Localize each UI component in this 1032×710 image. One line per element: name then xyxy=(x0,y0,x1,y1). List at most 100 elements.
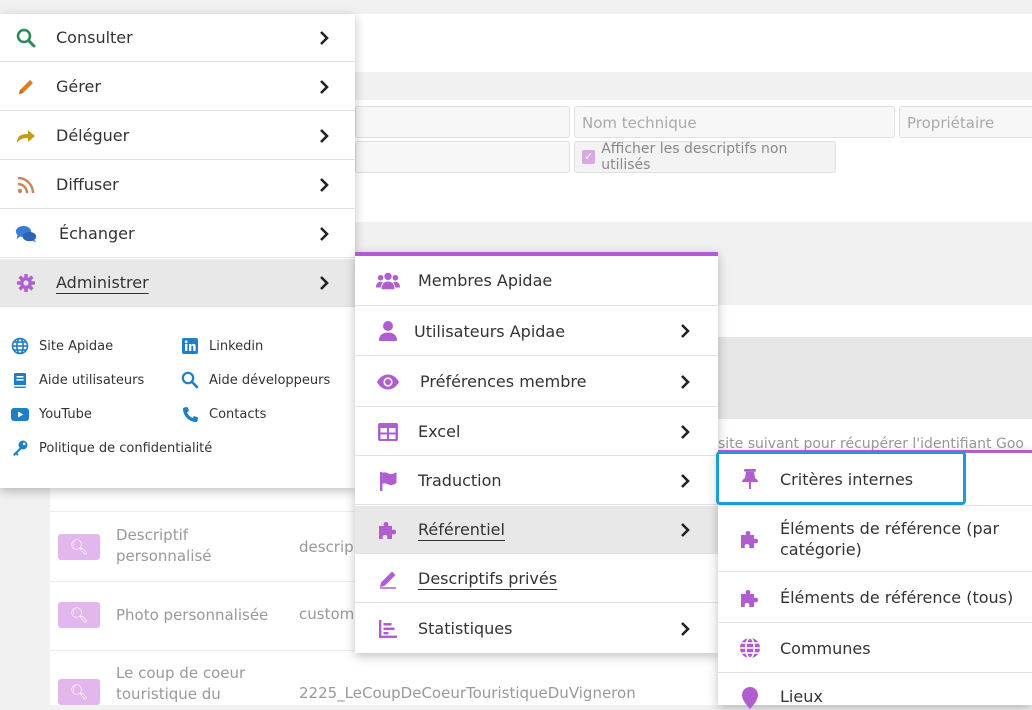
submenu-item-membres-apidae[interactable]: Membres Apidae xyxy=(355,256,718,306)
row-label: Photo personnalisée xyxy=(116,606,269,624)
search-icon xyxy=(181,371,199,389)
submenu-item-label: Traduction xyxy=(418,471,502,490)
proprietaire-input[interactable]: Propriétaire xyxy=(899,106,1032,138)
bar-chart-icon xyxy=(376,617,400,641)
proprietaire-placeholder: Propriétaire xyxy=(907,114,995,132)
chevron-right-icon xyxy=(674,618,696,640)
link-linkedin[interactable]: Linkedin xyxy=(181,337,263,355)
nom-technique-input[interactable]: Nom technique xyxy=(574,106,895,138)
submenu-item-descriptifs-prives[interactable]: Descriptifs privés xyxy=(355,555,718,603)
link-contacts[interactable]: Contacts xyxy=(181,405,266,423)
menu-item-administrer[interactable]: Administrer xyxy=(0,259,355,307)
row-label: Le coup de coeur touristique du xyxy=(116,664,246,703)
menu-item-diffuser[interactable]: Diffuser xyxy=(0,161,355,209)
nom-technique-placeholder: Nom technique xyxy=(582,114,697,132)
table-icon xyxy=(376,420,400,444)
book-icon xyxy=(11,371,29,389)
chevron-right-icon xyxy=(313,223,335,245)
menu-item-label: Diffuser xyxy=(56,175,119,194)
share-arrow-icon xyxy=(15,125,37,147)
filter-name-field[interactable] xyxy=(355,106,570,138)
link-aide-utilisateurs[interactable]: Aide utilisateurs xyxy=(11,371,144,389)
puzzle-icon xyxy=(738,586,762,610)
puzzle-icon xyxy=(738,527,762,551)
view-button[interactable]: 🔍︎ xyxy=(58,679,100,705)
search-icon xyxy=(15,27,37,49)
submenu-item-communes[interactable]: Communes xyxy=(718,624,1032,673)
link-label: Politique de confidentialité xyxy=(39,440,213,456)
submenu-item-traduction[interactable]: Traduction xyxy=(355,457,718,505)
phone-icon xyxy=(181,405,199,423)
menu-item-gerer[interactable]: Gérer xyxy=(0,63,355,111)
submenu-item-label: Statistiques xyxy=(418,619,513,638)
afficher-descriptifs-label: Afficher les descriptifs non utilisés xyxy=(601,141,788,173)
chat-bubbles-icon xyxy=(15,223,37,245)
page-header-bar xyxy=(355,14,1032,72)
submenu-item-statistiques[interactable]: Statistiques xyxy=(355,604,718,653)
search-icon: 🔍︎ xyxy=(69,538,89,556)
globe-icon xyxy=(11,337,29,355)
eye-icon xyxy=(376,370,400,394)
chevron-right-icon xyxy=(313,76,335,98)
row-technical-name: custom xyxy=(299,605,355,623)
menu-item-label: Déléguer xyxy=(56,126,130,145)
submenu-item-utilisateurs-apidae[interactable]: Utilisateurs Apidae xyxy=(355,307,718,356)
submenu-item-label: Membres Apidae xyxy=(418,271,553,290)
link-label: Site Apidae xyxy=(39,338,114,354)
link-aide-developpeurs[interactable]: Aide développeurs xyxy=(181,371,330,389)
menu-item-label: Administrer xyxy=(56,273,149,292)
chevron-right-icon xyxy=(674,519,696,541)
chevron-right-icon xyxy=(674,320,696,342)
link-youtube[interactable]: YouTube xyxy=(11,405,92,423)
puzzle-icon xyxy=(376,518,400,542)
chevron-right-icon xyxy=(674,421,696,443)
link-label: Linkedin xyxy=(209,338,264,354)
chevron-right-icon xyxy=(674,371,696,393)
key-icon xyxy=(11,439,29,457)
view-button[interactable]: 🔍︎ xyxy=(58,534,100,560)
page-top-strip xyxy=(0,0,1032,14)
chevron-right-icon xyxy=(313,272,335,294)
gear-icon xyxy=(15,272,37,294)
user-icon xyxy=(376,319,400,343)
link-label: Aide développeurs xyxy=(209,372,331,388)
table-row: 🔍︎ Descriptif personnalisé descrip xyxy=(50,511,360,581)
submenu-item-excel[interactable]: Excel xyxy=(355,408,718,456)
pencil-icon xyxy=(15,76,37,98)
checkbox-checked-icon: ✓ xyxy=(582,150,596,164)
submenu-item-referentiel[interactable]: Référentiel xyxy=(355,506,718,554)
afficher-descriptifs-checkbox[interactable]: ✓ Afficher les descriptifs non utilisés xyxy=(574,141,836,173)
search-icon: 🔍︎ xyxy=(69,606,89,624)
submenu-item-lieux[interactable]: Lieux xyxy=(718,674,1032,710)
menu-item-deleguer[interactable]: Déléguer xyxy=(0,112,355,160)
rss-icon xyxy=(15,174,37,196)
view-button[interactable]: 🔍︎ xyxy=(58,602,100,628)
menu-item-label: Consulter xyxy=(56,28,133,47)
submenu-item-label: Excel xyxy=(418,422,461,441)
youtube-icon xyxy=(11,405,29,423)
row-label: Descriptif personnalisé xyxy=(116,526,212,565)
submenu-item-elements-tous[interactable]: Éléments de référence (tous) xyxy=(718,573,1032,623)
filter-second-field[interactable] xyxy=(355,141,570,173)
menu-item-label: Gérer xyxy=(56,77,101,96)
search-icon: 🔍︎ xyxy=(69,683,89,701)
users-icon xyxy=(376,269,400,293)
submenu-item-preferences-membre[interactable]: Préférences membre xyxy=(355,357,718,407)
main-menu: Consulter Gérer Déléguer Diffuser Échang… xyxy=(0,14,355,488)
link-label: Aide utilisateurs xyxy=(39,372,145,388)
menu-item-echanger[interactable]: Échanger xyxy=(0,210,355,258)
link-site-apidae[interactable]: Site Apidae xyxy=(11,337,113,355)
map-marker-icon xyxy=(738,686,762,710)
menu-item-label: Échanger xyxy=(59,224,135,243)
chevron-right-icon xyxy=(313,174,335,196)
globe-icon xyxy=(738,636,762,660)
focus-highlight xyxy=(716,451,966,505)
link-politique-confidentialite[interactable]: Politique de confidentialité xyxy=(11,439,212,457)
submenu-item-label: Éléments de référence (tous) xyxy=(780,588,1014,607)
link-label: YouTube xyxy=(39,406,92,422)
submenu-item-label: Utilisateurs Apidae xyxy=(414,321,566,341)
chevron-right-icon xyxy=(313,125,335,147)
menu-item-consulter[interactable]: Consulter xyxy=(0,14,355,62)
submenu-item-elements-par-categorie[interactable]: Éléments de référence (par catégorie) xyxy=(718,507,1032,572)
filters-panel: Nom technique Propriétaire ✓ Afficher le… xyxy=(355,100,1032,222)
